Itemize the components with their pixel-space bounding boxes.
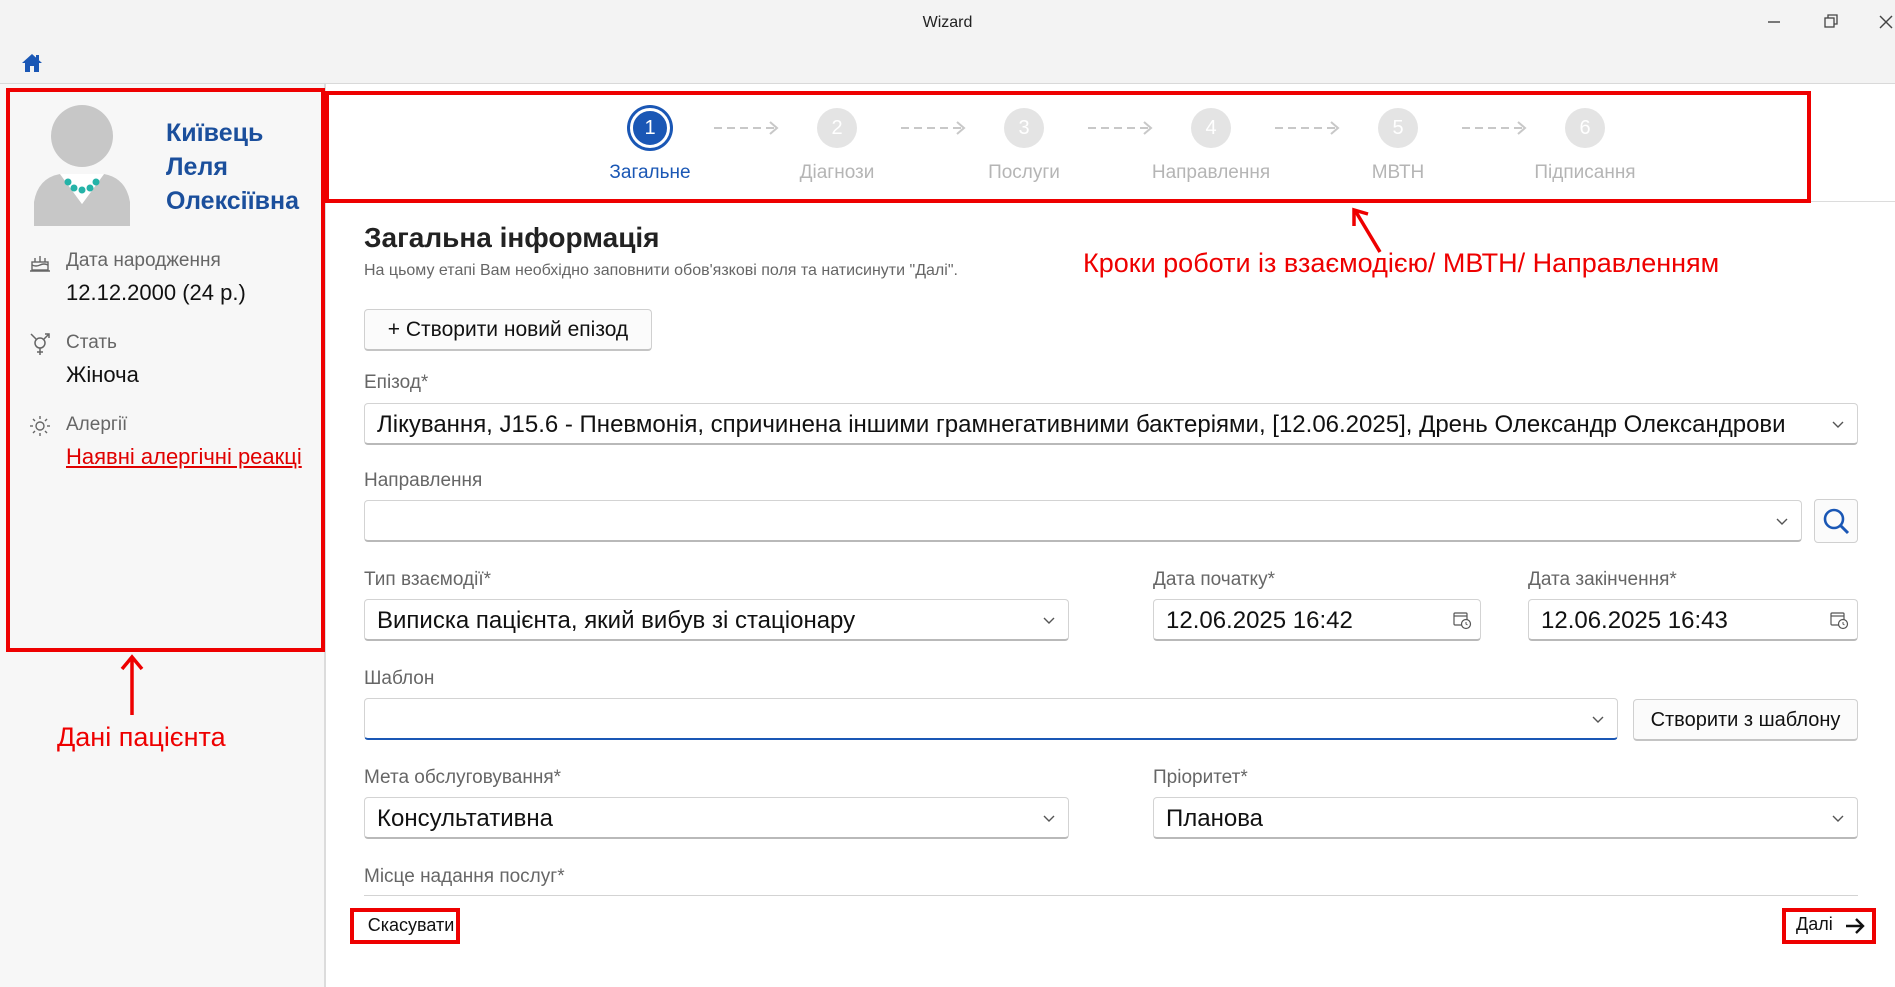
birth-date-value: 12.12.2000 (24 р.)	[66, 280, 246, 305]
step-number: 5	[1378, 108, 1418, 148]
end-date-value: 12.06.2025 16:43	[1541, 607, 1728, 634]
start-date-field[interactable]: 12.06.2025 16:42	[1153, 599, 1481, 641]
annotation-arrow-icon	[1352, 207, 1382, 253]
wizard-stepper: 1 Загальне 2 Діагнози 3 Послуги 4 Направ…	[326, 84, 1895, 202]
step-number: 3	[1004, 108, 1044, 148]
interaction-type-label: Тип взаємодії*	[364, 569, 491, 590]
birth-date-label: Дата народження	[66, 250, 221, 271]
priority-label: Пріоритет*	[1153, 767, 1248, 788]
home-icon[interactable]	[20, 52, 44, 74]
main-form: Загальна інформація На цьому етапі Вам н…	[326, 202, 1895, 987]
step-label: Підписання	[1534, 162, 1636, 183]
restore-icon[interactable]	[1819, 10, 1843, 34]
chevron-down-icon	[1043, 815, 1055, 822]
interaction-type-value: Виписка пацієнта, який вибув зі стаціона…	[377, 607, 856, 634]
step-number: 4	[1191, 108, 1231, 148]
referral-label: Направлення	[364, 470, 483, 491]
allergy-link[interactable]: Наявні алергічні реакці	[66, 444, 302, 470]
episode-select[interactable]: Лікування, J15.6 - Пневмонія, спричинена…	[364, 403, 1858, 445]
toolbar	[0, 44, 1895, 84]
end-date-field[interactable]: 12.06.2025 16:43	[1528, 599, 1858, 641]
cancel-button[interactable]: Скасувати	[353, 908, 469, 944]
create-episode-button[interactable]: + Створити новий епізод	[364, 309, 652, 351]
patient-panel: Київець Леля Олексіївна Дата народження …	[0, 84, 326, 987]
step-number: 6	[1565, 108, 1605, 148]
purpose-value: Консультативна	[377, 805, 553, 832]
place-select[interactable]	[364, 895, 1858, 903]
next-label: Далі	[1796, 914, 1833, 934]
step-label: Діагнози	[799, 162, 875, 183]
steps-annotation: Кроки роботи із взаємодією/ МВТН/ Направ…	[1083, 248, 1720, 278]
sex-value: Жіноча	[66, 362, 139, 387]
avatar	[30, 104, 134, 226]
page-title: Загальна інформація	[364, 222, 660, 253]
priority-value: Планова	[1166, 805, 1264, 832]
end-date-label: Дата закінчення*	[1528, 569, 1677, 590]
step-label: Загальне	[609, 162, 691, 183]
minimize-icon[interactable]	[1762, 10, 1786, 34]
calendar-clock-icon[interactable]	[1452, 610, 1472, 630]
step-signing[interactable]: 6 Підписання	[1485, 108, 1685, 184]
window-title: Wizard	[922, 14, 973, 31]
birthday-cake-icon	[28, 250, 52, 274]
page-subtitle: На цьому етапі Вам необхідно заповнити о…	[364, 262, 958, 279]
patient-first-name: Леля	[166, 153, 228, 181]
step-number: 2	[817, 108, 857, 148]
patient-patronymic: Олексіївна	[166, 187, 300, 215]
template-label: Шаблон	[364, 668, 435, 689]
patient-name: Київець Леля Олексіївна	[166, 116, 299, 218]
step-label: Послуги	[988, 162, 1060, 183]
chevron-down-icon	[1776, 518, 1788, 525]
interaction-type-select[interactable]: Виписка пацієнта, який вибув зі стаціона…	[364, 599, 1069, 641]
episode-label: Епізод*	[364, 372, 429, 393]
calendar-clock-icon[interactable]	[1829, 610, 1849, 630]
patient-surname: Київець	[166, 119, 264, 147]
chevron-down-icon	[1832, 815, 1844, 822]
next-button[interactable]: Далі	[1786, 908, 1880, 944]
referral-select[interactable]	[364, 500, 1802, 542]
allergy-label: Алергії	[66, 414, 128, 435]
sex-label: Стать	[66, 332, 117, 353]
priority-select[interactable]: Планова	[1153, 797, 1858, 839]
close-icon[interactable]	[1874, 10, 1895, 34]
chevron-down-icon	[1832, 421, 1844, 428]
search-icon	[1823, 508, 1850, 535]
referral-search-button[interactable]	[1814, 499, 1858, 543]
step-label: МВТН	[1371, 162, 1425, 183]
step-number: 1	[630, 108, 670, 148]
purpose-select[interactable]: Консультативна	[364, 797, 1069, 839]
episode-value: Лікування, J15.6 - Пневмонія, спричинена…	[377, 411, 1786, 438]
start-date-label: Дата початку*	[1153, 569, 1275, 590]
title-bar: Wizard	[0, 0, 1895, 44]
annotation-arrow-icon	[120, 654, 144, 715]
place-label: Місце надання послуг*	[364, 866, 565, 887]
allergy-icon	[28, 414, 52, 438]
arrow-right-icon	[1846, 918, 1865, 934]
gender-icon	[28, 332, 52, 356]
purpose-label: Мета обслуговування*	[364, 767, 562, 788]
patient-annotation: Дані пацієнта	[57, 722, 226, 752]
step-label: Направлення	[1151, 162, 1271, 183]
create-from-template-button[interactable]: Створити з шаблону	[1633, 699, 1858, 741]
chevron-down-icon	[1043, 617, 1055, 624]
start-date-value: 12.06.2025 16:42	[1166, 607, 1353, 634]
template-select[interactable]	[364, 698, 1618, 740]
chevron-down-icon	[1592, 716, 1604, 723]
